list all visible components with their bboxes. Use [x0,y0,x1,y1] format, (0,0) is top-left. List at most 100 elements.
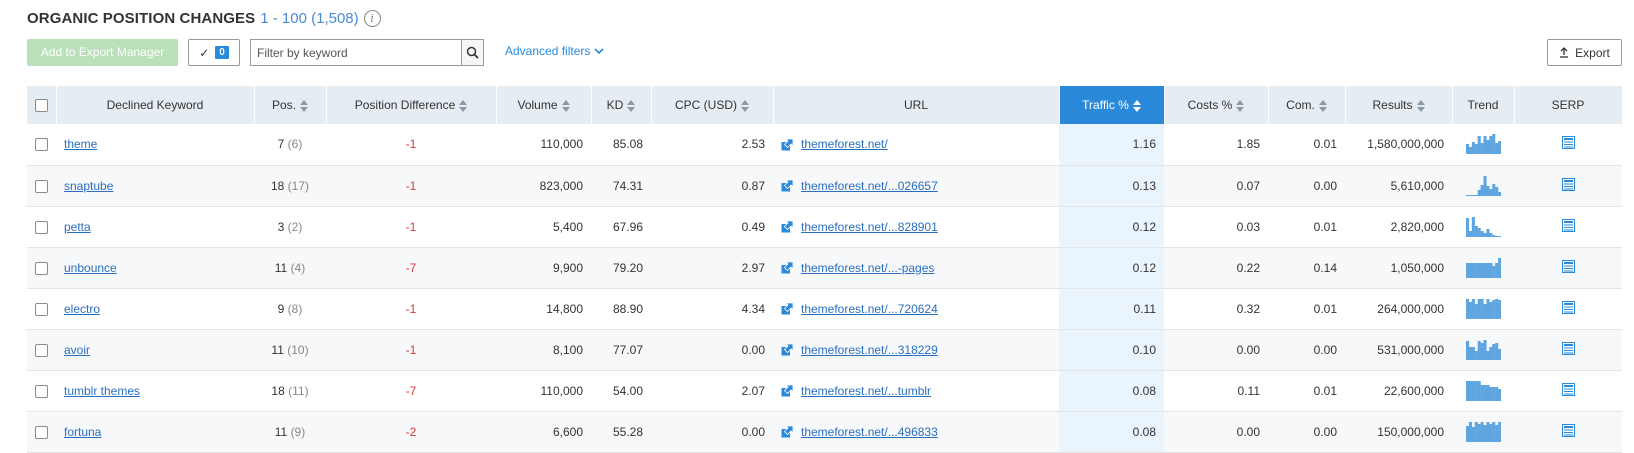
add-to-export-manager-button[interactable]: Add to Export Manager [27,39,178,66]
row-checkbox[interactable] [35,261,48,275]
keyword-link[interactable]: fortuna [64,425,101,439]
search-button[interactable] [461,40,483,65]
row-checkbox[interactable] [35,425,48,439]
select-all-checkbox[interactable] [34,99,48,113]
url-link[interactable]: themeforest.net/...720624 [801,302,938,316]
row-checkbox-cell[interactable] [27,165,56,207]
keyword-link[interactable]: snaptube [64,179,113,193]
row-checkbox-cell[interactable] [27,411,56,453]
trend-sparkline [1465,380,1501,401]
external-link-icon[interactable] [781,344,793,356]
keyword-link[interactable]: petta [64,220,91,234]
keyword-link[interactable]: unbounce [64,261,117,275]
external-link-icon[interactable] [781,139,793,151]
costs-cell: 0.22 [1164,247,1268,289]
trend-bar [1465,144,1469,155]
previous-position: (8) [287,301,303,316]
info-icon[interactable]: i [363,9,381,27]
trend-bar [1485,185,1489,196]
url-link[interactable]: themeforest.net/ [801,137,888,151]
row-checkbox[interactable] [35,384,48,398]
row-checkbox[interactable] [35,220,48,234]
trend-cell [1452,411,1514,453]
trend-bar [1471,346,1475,360]
row-checkbox[interactable] [35,343,48,357]
serp-icon[interactable] [1561,218,1575,232]
column-header-com[interactable]: Com. [1268,86,1346,124]
serp-icon[interactable] [1561,300,1575,314]
row-checkbox-cell[interactable] [27,370,56,412]
url-link[interactable]: themeforest.net/...496833 [801,425,938,439]
row-checkbox-cell[interactable] [27,288,56,330]
trend-bar [1468,380,1472,401]
export-button[interactable]: Export [1547,39,1622,66]
external-link-icon[interactable] [781,303,793,315]
keyword-filter-input[interactable] [251,40,461,65]
advanced-filters-toggle[interactable]: Advanced filters [505,44,604,58]
serp-icon[interactable] [1561,341,1575,355]
selected-count-badge: 0 [215,46,229,59]
sort-icon [300,99,308,112]
external-link-icon[interactable] [781,262,793,274]
cpc-cell: 0.00 [651,329,773,371]
row-checkbox-cell[interactable] [27,124,56,166]
column-header-kd[interactable]: KD [591,86,652,124]
select-all-checkbox-cell[interactable] [27,86,57,124]
url-link[interactable]: themeforest.net/...tumblr [801,384,931,398]
column-header-cpc[interactable]: CPC (USD) [651,86,774,124]
competition-cell: 0.01 [1268,370,1345,412]
external-link-icon[interactable] [781,385,793,397]
url-link[interactable]: themeforest.net/...026657 [801,179,938,193]
keyword-link[interactable]: electro [64,302,100,316]
serp-cell [1514,411,1622,453]
trend-cell [1452,206,1514,248]
costs-cell: 0.00 [1164,329,1268,371]
external-link-icon[interactable] [781,221,793,233]
trend-bar [1485,384,1489,401]
pos-cell: 9 (8) [254,288,326,330]
row-checkbox[interactable] [35,302,48,316]
keyword-link[interactable]: tumblr themes [64,384,140,398]
url-link[interactable]: themeforest.net/...-pages [801,261,934,275]
keyword-link[interactable]: theme [64,137,97,151]
external-link-icon[interactable] [781,180,793,192]
selection-counter-button[interactable]: ✓ 0 [188,39,240,66]
url-link[interactable]: themeforest.net/...318229 [801,343,938,357]
row-checkbox-cell[interactable] [27,247,56,289]
table-row: avoir 11 (10) -1 8,100 77.07 0.00 themeforest.… [27,329,1622,371]
external-link-icon[interactable] [781,426,793,438]
serp-icon[interactable] [1561,423,1575,437]
serp-icon[interactable] [1561,259,1575,273]
competition-cell: 0.01 [1268,206,1345,248]
trend-bar [1494,235,1498,237]
url-cell: themeforest.net/...026657 [773,165,1059,207]
row-checkbox[interactable] [35,179,48,193]
current-position: 7 [277,137,285,152]
results-cell: 1,050,000 [1345,247,1452,289]
current-position: 11 [271,342,284,357]
current-position: 3 [277,219,285,234]
kd-cell: 55.28 [591,411,651,453]
table-row: tumblr themes 18 (11) -7 110,000 54.00 2.07 th… [27,370,1622,412]
traffic-cell: 0.13 [1059,165,1164,207]
serp-icon[interactable] [1561,136,1575,150]
row-checkbox-cell[interactable] [27,329,56,371]
trend-bar [1488,136,1492,155]
column-header-position-difference[interactable]: Position Difference [326,86,497,124]
row-checkbox[interactable] [35,138,48,152]
serp-icon[interactable] [1561,382,1575,396]
url-link[interactable]: themeforest.net/...828901 [801,220,938,234]
row-checkbox-cell[interactable] [27,206,56,248]
traffic-cell: 0.12 [1059,247,1164,289]
column-header-results[interactable]: Results [1345,86,1453,124]
keyword-link[interactable]: avoir [64,343,90,357]
url-cell: themeforest.net/...720624 [773,288,1059,330]
column-header-pos[interactable]: Pos. [254,86,327,124]
serp-icon[interactable] [1561,177,1575,191]
column-header-traffic[interactable]: Traffic % [1059,86,1165,124]
column-header-costs[interactable]: Costs % [1164,86,1269,124]
column-header-volume[interactable]: Volume [496,86,592,124]
trend-bar [1477,423,1481,442]
keyword-cell: electro [56,288,254,330]
trend-bar [1480,143,1484,155]
